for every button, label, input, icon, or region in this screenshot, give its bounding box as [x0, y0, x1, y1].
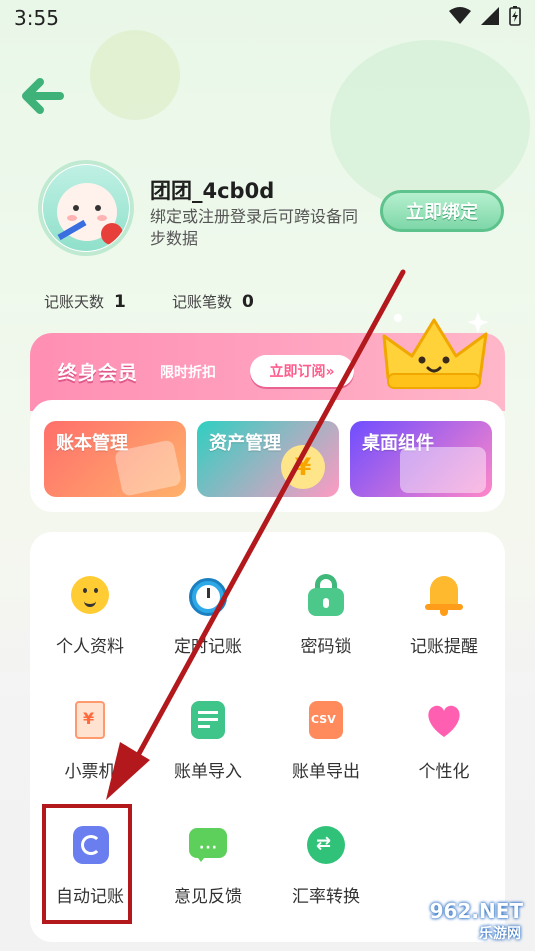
subscribe-button[interactable]: 立即订阅» [250, 355, 354, 387]
smiley-face-icon [67, 572, 113, 618]
bind-now-button[interactable]: 立即绑定 [380, 190, 504, 232]
grid-item-export-label: 账单导出 [292, 762, 360, 782]
grid-item-export[interactable]: CSV 账单导出 [267, 697, 385, 782]
bell-icon [421, 572, 467, 618]
back-button[interactable] [18, 74, 66, 118]
import-doc-icon [185, 697, 231, 743]
stat-days-value: 1 [114, 291, 126, 312]
grid-item-scheduled[interactable]: 定时记账 [149, 572, 267, 657]
heart-icon [421, 697, 467, 743]
avatar[interactable] [38, 160, 134, 256]
grid-item-reminder[interactable]: 记账提醒 [385, 572, 503, 657]
crown-icon [382, 312, 489, 389]
signal-icon [481, 7, 499, 25]
back-arrow-icon [22, 78, 64, 114]
battery-icon [509, 6, 521, 26]
grid-item-profile[interactable]: 个人资料 [31, 572, 149, 657]
stat-days: 记账天数 1 [44, 291, 126, 312]
card-desktop-widgets[interactable]: 桌面组件 [350, 421, 492, 497]
alarm-clock-icon [185, 572, 231, 618]
grid-item-receipt-printer[interactable]: ¥ 小票机 [31, 697, 149, 782]
status-icons [449, 6, 521, 26]
vip-title: 终身会员 [58, 362, 139, 384]
stat-records: 记账笔数 0 [172, 291, 254, 312]
sync-description: 绑定或注册登录后可跨设备同步数据 [150, 207, 359, 248]
grid-item-exchange-label: 汇率转换 [292, 887, 360, 907]
card-ledger-management[interactable]: 账本管理 [44, 421, 186, 497]
watermark-line1: 962.NET [429, 899, 523, 923]
stat-records-label: 记账笔数 [172, 293, 233, 311]
wifi-icon [449, 7, 471, 24]
watermark-line2: 乐游网 [479, 926, 521, 942]
grid-item-reminder-label: 记账提醒 [410, 637, 478, 657]
grid-item-scheduled-label: 定时记账 [174, 637, 242, 657]
chat-bubble-icon: ··· [185, 822, 231, 868]
background-mascot-left [90, 30, 180, 120]
card-asset-management-label: 资产管理 [209, 433, 281, 454]
csv-export-icon: CSV [303, 697, 349, 743]
heart-shape [428, 705, 460, 737]
grid-item-lock-label: 密码锁 [300, 637, 352, 657]
grid-item-personalize[interactable]: 个性化 [385, 697, 503, 782]
username: 团团_4cb0d [150, 179, 275, 203]
grid-item-import-label: 账单导入 [174, 762, 242, 782]
avatar-image [43, 165, 129, 251]
stat-days-label: 记账天数 [44, 293, 105, 311]
grid-item-feedback[interactable]: ··· 意见反馈 [149, 822, 267, 907]
grid-item-personalize-label: 个性化 [418, 762, 470, 782]
watermark: 962.NET 乐游网 [377, 899, 527, 945]
vip-subtitle: 限时折扣 [160, 365, 216, 381]
grid-item-receipt-printer-label: 小票机 [64, 762, 116, 782]
receipt-icon: ¥ [67, 697, 113, 743]
annotation-highlight-box [42, 804, 132, 924]
background-mascot-right [330, 40, 530, 210]
card-asset-management[interactable]: 资产管理 ¥ [197, 421, 339, 497]
grid-item-exchange[interactable]: ⇄ 汇率转换 [267, 822, 385, 907]
status-time: 3:55 [14, 6, 59, 30]
grid-item-lock[interactable]: 密码锁 [267, 572, 385, 657]
grid-item-feedback-label: 意见反馈 [174, 887, 242, 907]
grid-item-profile-label: 个人资料 [56, 637, 124, 657]
grid-item-import[interactable]: 账单导入 [149, 697, 267, 782]
stat-records-value: 0 [242, 291, 254, 312]
exchange-icon: ⇄ [303, 822, 349, 868]
padlock-icon [303, 572, 349, 618]
